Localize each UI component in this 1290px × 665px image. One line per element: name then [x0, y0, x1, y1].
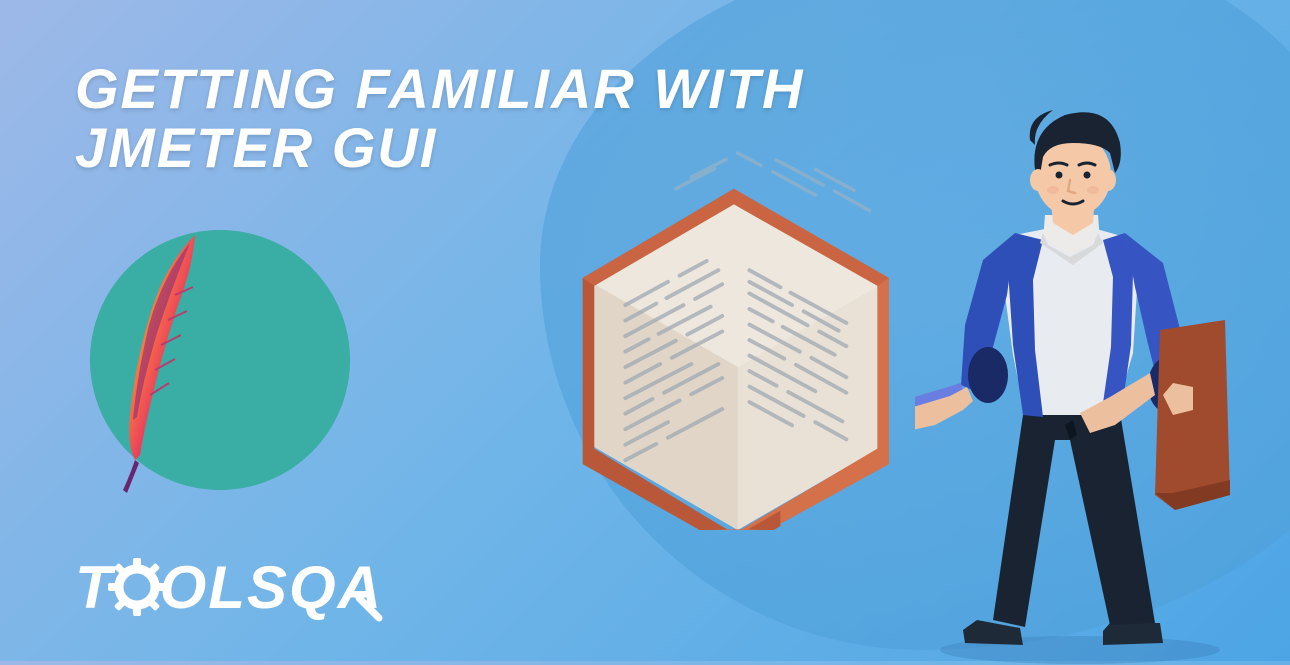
heading-line-1: GETTING FAMILIAR WITH [75, 60, 804, 119]
magnifier-icon [351, 566, 391, 626]
monitor-illustration [520, 150, 940, 530]
apache-feather-icon [95, 225, 235, 505]
businessman-illustration [915, 95, 1235, 665]
toolsqa-logo: T OLSQA [75, 548, 391, 626]
gear-o-icon [106, 556, 168, 618]
logo-text-suffix: OLSQA [160, 553, 383, 622]
